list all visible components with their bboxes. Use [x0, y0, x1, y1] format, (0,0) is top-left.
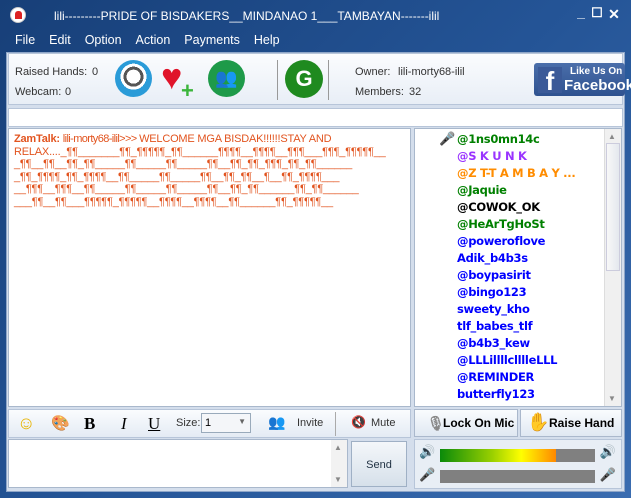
- user-list-item[interactable]: @bingo123: [457, 284, 575, 301]
- menu-help[interactable]: Help: [247, 31, 287, 49]
- user-list-item[interactable]: @1ns0mn14c: [457, 131, 575, 148]
- chat-messages: ZamTalk: lili-morty68-ilil>>> WELCOME MG…: [8, 128, 411, 407]
- raised-hands-count: 0: [92, 66, 99, 78]
- format-toolbar: ☺ 🎨 B I U Size: 1 ▼ 👥 Invite 🔇 Mute: [8, 409, 411, 438]
- group-users-icon[interactable]: 👥: [208, 60, 245, 97]
- owner-value: lili-morty68-ilil: [398, 66, 465, 78]
- members-label: Members:: [355, 86, 404, 98]
- facebook-like-button[interactable]: f Like Us On Facebook: [534, 63, 631, 96]
- lock-on-mic-button[interactable]: 🎙 Lock On Mic: [414, 409, 518, 437]
- message-input[interactable]: ▲ ▼: [8, 439, 348, 488]
- app-window: lili---------PRIDE OF BISDAKERS__MINDANA…: [0, 0, 631, 498]
- webcam-count: 0: [65, 86, 72, 98]
- send-button[interactable]: Send: [351, 441, 407, 487]
- microphone-icon: 🎤: [439, 131, 456, 146]
- color-palette-icon[interactable]: 🎨: [51, 414, 70, 432]
- user-list-item[interactable]: @Jaquie: [457, 182, 575, 199]
- message-from: lili-morty68-ilil>>>: [62, 133, 140, 145]
- user-list-scrollbar[interactable]: ▲ ▼: [604, 129, 621, 406]
- mute-button[interactable]: Mute: [371, 417, 395, 429]
- underline-button[interactable]: U: [148, 414, 160, 434]
- audio-levels: 🔊 🔊 🎤 🎤: [414, 439, 622, 489]
- user-list-item[interactable]: @COWOK_OK: [457, 199, 575, 216]
- raised-hands-label: Raised Hands:: [15, 66, 88, 78]
- close-button[interactable]: ✕: [607, 6, 621, 23]
- window-title: lili---------PRIDE OF BISDAKERS__MINDANA…: [54, 9, 440, 23]
- size-select[interactable]: 1 ▼: [201, 413, 251, 433]
- user-list-item[interactable]: sweety_kho: [457, 301, 575, 318]
- facebook-icon: f: [538, 67, 562, 95]
- webcam-icon[interactable]: [115, 60, 152, 97]
- facebook-bottom-text: Facebook: [564, 77, 631, 94]
- minimize-button[interactable]: _: [574, 4, 588, 20]
- emoticon-icon[interactable]: ☺: [17, 413, 35, 434]
- g-button[interactable]: G: [285, 60, 323, 98]
- message-sender: ZamTalk:: [14, 133, 60, 145]
- members-count: 32: [409, 86, 422, 98]
- menu-payments[interactable]: Payments: [177, 31, 247, 49]
- raise-hand-button[interactable]: ✋ Raise Hand: [520, 409, 622, 437]
- webcam-label: Webcam:: [15, 86, 62, 98]
- mute-icon[interactable]: 🔇: [351, 415, 366, 429]
- microphone-icon: 🎤: [419, 467, 436, 482]
- chevron-down-icon: ▼: [238, 417, 246, 426]
- user-list-item[interactable]: @poweroflove: [457, 233, 575, 250]
- hand-icon: ✋: [527, 412, 550, 432]
- user-list-item[interactable]: @b4b3_kew: [457, 335, 575, 352]
- maximize-button[interactable]: ☐: [590, 5, 604, 21]
- user-list-item[interactable]: @Z T-T A M B A Y ...: [457, 165, 576, 182]
- menu-option[interactable]: Option: [78, 31, 129, 49]
- menu-file[interactable]: File: [8, 31, 42, 49]
- room-toolbar: Raised Hands: 0 Webcam: 0 ♥ + 👥 G Owner: …: [8, 53, 631, 105]
- menu-action[interactable]: Action: [129, 31, 178, 49]
- facebook-top-text: Like Us On: [570, 66, 623, 77]
- user-list-item[interactable]: @boypasirit: [457, 267, 575, 284]
- separator: [335, 412, 336, 436]
- invite-icon[interactable]: 👥: [268, 414, 285, 431]
- speaker-icon: 🔊: [419, 444, 436, 459]
- user-list-item[interactable]: @LLLillllclllleLLL: [457, 352, 575, 369]
- message-line: RELAX...._¶¶_______¶¶_¶¶¶¶¶_¶¶______¶¶¶¶…: [14, 145, 386, 158]
- separator: [328, 60, 329, 100]
- owner-label: Owner:: [355, 66, 391, 78]
- topic-bar: [8, 108, 623, 127]
- add-favorite-heart-icon[interactable]: ♥ +: [161, 59, 199, 104]
- title-bar: lili---------PRIDE OF BISDAKERS__MINDANA…: [0, 0, 631, 30]
- bold-button[interactable]: B: [84, 414, 95, 434]
- user-list-item[interactable]: @HeArTgHoSt: [457, 216, 575, 233]
- italic-button[interactable]: I: [121, 414, 127, 434]
- speaker-volume-slider[interactable]: [440, 449, 595, 462]
- user-list-item[interactable]: butterfly123: [457, 386, 575, 403]
- mic-settings-icon[interactable]: 🎤: [600, 467, 616, 483]
- message-line: _¶¶__¶¶__¶¶_¶¶_____¶¶_____¶¶_____¶¶__¶¶_…: [14, 158, 352, 171]
- menu-edit[interactable]: Edit: [42, 31, 78, 49]
- app-logo-icon: [10, 7, 26, 23]
- invite-button[interactable]: Invite: [297, 417, 323, 429]
- user-list-item[interactable]: @REMINDER: [457, 369, 575, 386]
- input-scrollbar[interactable]: ▲ ▼: [331, 440, 347, 487]
- message-line: _¶¶_¶¶¶¶_¶¶_¶¶¶¶__¶¶_____¶¶_____¶¶__¶¶_¶…: [14, 170, 340, 183]
- menu-bar: File Edit Option Action Payments Help: [8, 31, 287, 49]
- message-line: WELCOME MGA BISDAK!!!!!!STAY AND: [139, 133, 332, 145]
- user-list: 🎤 @1ns0mn14c @S K U N K @Z T-T A M B A Y .…: [414, 128, 622, 407]
- mic-volume-slider[interactable]: [440, 470, 595, 483]
- message-line: ___¶¶__¶¶___¶¶¶¶¶_¶¶¶¶¶__¶¶¶¶__¶¶¶¶__¶¶_…: [14, 195, 333, 208]
- user-list-item[interactable]: Adik_b4b3s: [457, 250, 575, 267]
- user-list-item[interactable]: @S K U N K: [457, 148, 575, 165]
- speaker-settings-icon[interactable]: 🔊: [600, 444, 616, 460]
- size-label: Size:: [176, 417, 201, 429]
- message-line: __¶¶¶__¶¶¶__¶¶_____¶¶_____¶¶_____¶¶__¶¶_…: [14, 183, 359, 196]
- separator: [277, 60, 278, 100]
- user-list-item[interactable]: tlf_babes_tlf: [457, 318, 575, 335]
